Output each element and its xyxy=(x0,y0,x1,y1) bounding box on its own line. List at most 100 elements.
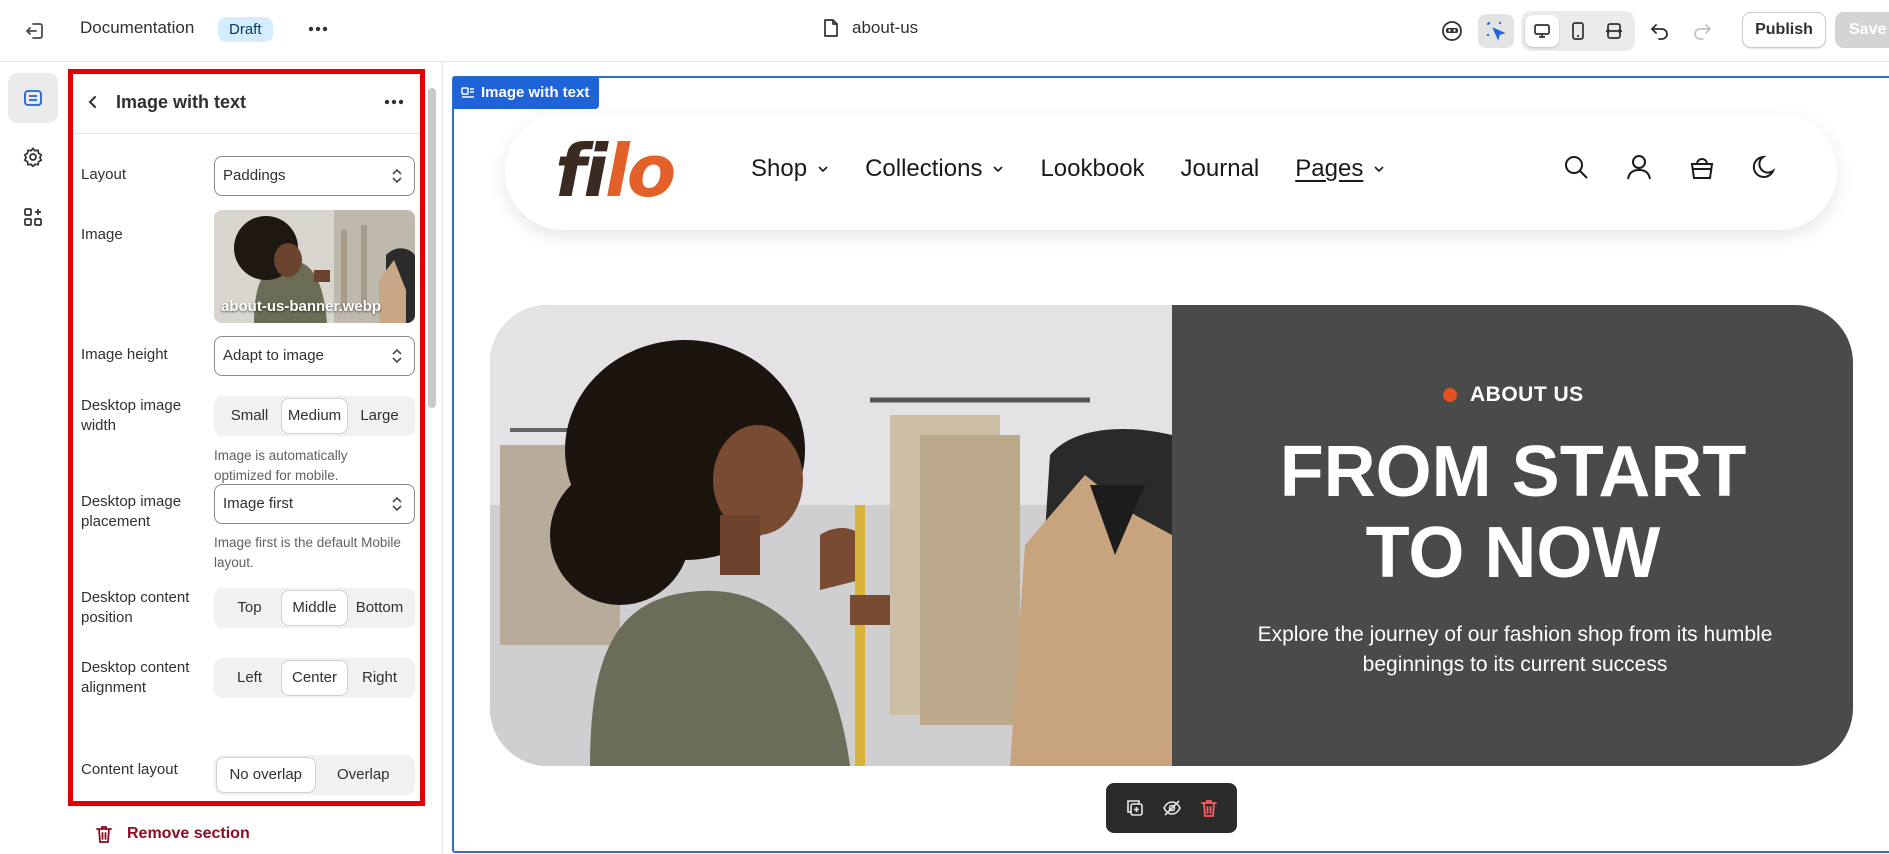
trash-icon xyxy=(96,826,112,843)
store-logo[interactable]: filo xyxy=(555,135,676,207)
desktop-content-position-control: Top Middle Bottom xyxy=(214,588,415,628)
nav-shop[interactable]: Shop xyxy=(751,155,829,183)
panel-scrollbar[interactable] xyxy=(428,70,436,800)
desktop-image-placement-label: Desktop image placement xyxy=(81,493,182,530)
delete-icon[interactable] xyxy=(1199,798,1219,818)
desktop-image-width-help: Image is automatically optimized for mob… xyxy=(214,448,348,483)
undo-icon[interactable] xyxy=(1642,14,1678,48)
select-chevron-icon xyxy=(392,348,402,364)
banner-photo xyxy=(490,305,1172,766)
banner-eyebrow: ABOUT US xyxy=(1443,383,1584,407)
mobile-icon[interactable] xyxy=(1561,15,1595,47)
image-label: Image xyxy=(81,226,123,243)
banner-heading: FROM START TO NOW xyxy=(1173,432,1853,594)
width-option-small[interactable]: Small xyxy=(217,399,282,433)
desktop-image-width-control: Small Medium Large xyxy=(214,396,415,436)
image-height-value: Adapt to image xyxy=(223,347,324,364)
publish-button[interactable]: Publish xyxy=(1742,12,1826,48)
select-chevron-icon xyxy=(392,168,402,184)
image-height-label: Image height xyxy=(81,346,168,363)
page-icon xyxy=(824,19,838,37)
content-layout-control: No overlap Overlap xyxy=(214,755,415,795)
panel-header: Image with text xyxy=(73,74,420,134)
cart-icon[interactable] xyxy=(1688,153,1716,181)
desktop-content-alignment-label: Desktop content alignment xyxy=(81,659,190,696)
heading-line-2: TO NOW xyxy=(1365,513,1661,593)
store-nav: Shop Collections Lookbook Journal Pages xyxy=(751,155,1421,183)
hide-icon[interactable] xyxy=(1162,798,1182,818)
image-height-select[interactable]: Adapt to image xyxy=(214,336,415,376)
logo-part-2: lo xyxy=(605,129,676,213)
desktop-image-placement-help: Image first is the default Mobile layout… xyxy=(214,535,401,570)
settings-icon[interactable] xyxy=(8,132,58,182)
position-option-bottom[interactable]: Bottom xyxy=(347,591,412,625)
desktop-image-placement-select[interactable]: Image first xyxy=(214,484,415,524)
nav-journal-label: Journal xyxy=(1180,155,1260,182)
position-option-top[interactable]: Top xyxy=(217,591,282,625)
desktop-image-placement-value: Image first xyxy=(223,495,294,512)
nav-lookbook-label: Lookbook xyxy=(1040,155,1145,182)
remove-section-button[interactable]: Remove section xyxy=(95,824,250,844)
nav-journal[interactable]: Journal xyxy=(1181,155,1260,183)
nav-lookbook[interactable]: Lookbook xyxy=(1040,155,1144,183)
more-icon[interactable] xyxy=(382,91,406,113)
select-chevron-icon xyxy=(392,496,402,512)
select-icon[interactable] xyxy=(1478,14,1514,48)
exit-icon[interactable] xyxy=(20,17,50,45)
back-icon[interactable] xyxy=(83,92,103,112)
layout-value: Paddings xyxy=(223,167,286,184)
eyebrow-dot xyxy=(1443,388,1457,402)
alignment-option-left[interactable]: Left xyxy=(217,661,282,695)
desktop-icon[interactable] xyxy=(1525,15,1559,47)
nav-shop-label: Shop xyxy=(751,155,808,182)
nav-collections-label: Collections xyxy=(865,155,983,182)
alignment-option-center[interactable]: Center xyxy=(282,661,347,695)
nav-pages[interactable]: Pages xyxy=(1295,155,1385,183)
width-option-large[interactable]: Large xyxy=(347,399,412,433)
layout-label: Layout xyxy=(81,166,127,183)
desktop-image-width-label: Desktop image width xyxy=(81,397,182,434)
status-badge: Draft xyxy=(218,17,273,42)
heading-line-1: FROM START xyxy=(1279,432,1747,512)
logo-part-1: fi xyxy=(555,129,608,213)
dark-mode-icon[interactable] xyxy=(1751,153,1779,181)
chevron-down-icon xyxy=(818,166,828,173)
eyebrow-label: ABOUT US xyxy=(1470,383,1584,406)
account-icon[interactable] xyxy=(1625,153,1653,181)
layout-option-no-overlap[interactable]: No overlap xyxy=(217,758,315,792)
sections-icon[interactable] xyxy=(8,73,58,123)
alignment-option-right[interactable]: Right xyxy=(347,661,412,695)
image-picker[interactable]: about-us-banner.webp xyxy=(214,210,415,323)
desktop-content-position-label: Desktop content position xyxy=(81,589,190,626)
more-icon[interactable] xyxy=(304,15,332,43)
image-filename: about-us-banner.webp xyxy=(221,298,382,315)
layout-option-overlap[interactable]: Overlap xyxy=(315,758,413,792)
save-button[interactable]: Save xyxy=(1835,12,1889,48)
nav-collections[interactable]: Collections xyxy=(865,155,1004,183)
inspector-icon[interactable] xyxy=(1434,14,1470,48)
theme-title: Documentation xyxy=(80,18,195,37)
page-selector[interactable]: about-us xyxy=(822,18,918,38)
layout-select[interactable]: Paddings xyxy=(214,156,415,196)
remove-section-label: Remove section xyxy=(127,825,250,842)
panel-title: Image with text xyxy=(116,92,247,112)
left-rail xyxy=(0,62,64,854)
content-layout-label: Content layout xyxy=(81,761,178,778)
section-floating-toolbar xyxy=(1106,783,1237,833)
duplicate-icon[interactable] xyxy=(1125,798,1145,818)
banner-subtitle: Explore the journey of our fashion shop … xyxy=(1257,623,1773,676)
position-option-middle[interactable]: Middle xyxy=(282,591,347,625)
section-tag[interactable]: Image with text xyxy=(453,77,600,109)
page-name: about-us xyxy=(852,18,919,37)
redo-icon[interactable] xyxy=(1684,14,1720,48)
scrollbar-thumb[interactable] xyxy=(428,88,436,408)
width-option-medium[interactable]: Medium xyxy=(282,399,347,433)
search-icon[interactable] xyxy=(1562,153,1590,181)
section-settings-panel: Image with text Layout Paddings Image ab… xyxy=(68,69,425,806)
nav-pages-label: Pages xyxy=(1295,155,1364,182)
fullwidth-icon[interactable] xyxy=(1597,15,1631,47)
chevron-down-icon xyxy=(993,166,1004,173)
apps-icon[interactable] xyxy=(8,192,58,242)
store-header-icons xyxy=(1562,153,1779,181)
viewport-switcher xyxy=(1521,11,1635,51)
